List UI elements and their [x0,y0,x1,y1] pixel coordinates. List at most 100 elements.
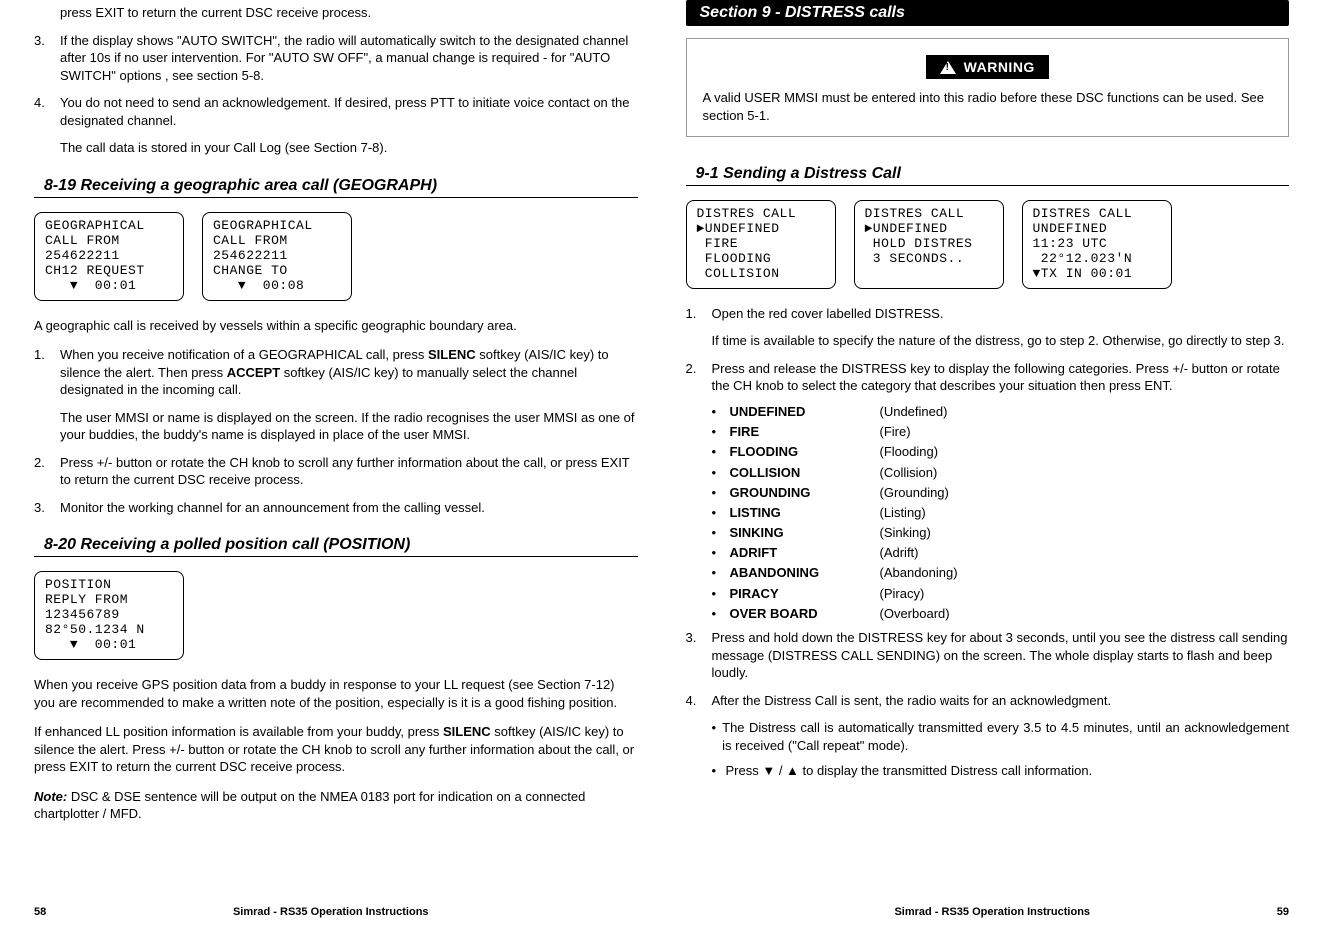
warning-badge: WARNING [926,55,1049,79]
warning-triangle-icon [940,61,956,74]
lcd-row-91: DISTRES CALL ►UNDEFINED FIRE FLOODING CO… [686,200,1290,289]
category-row: •FLOODING(Flooding) [712,443,1290,461]
bullet-dot: • [712,524,730,542]
list-item-3: 3. If the display shows "AUTO SWITCH", t… [34,32,638,85]
category-list: •UNDEFINED(Undefined)•FIRE(Fire)•FLOODIN… [686,401,1290,625]
list-number: 1. [686,305,712,323]
category-term: COLLISION [730,464,880,482]
footer-title: Simrad - RS35 Operation Instructions [736,906,1250,918]
list-item-2: 2. Press +/- button or rotate the CH kno… [34,454,638,489]
category-def: (Undefined) [880,403,1290,421]
category-row: •OVER BOARD(Overboard) [712,605,1290,623]
category-def: (Flooding) [880,443,1290,461]
sub-bullet: • The Distress call is automatically tra… [712,719,1290,754]
bold-accept: ACCEPT [227,365,280,380]
heading-8-20: 8-20 Receiving a polled position call (P… [34,534,638,557]
list-body: Press +/- button or rotate the CH knob t… [60,454,638,489]
category-term: GROUNDING [730,484,880,502]
list-number: 3. [686,629,712,682]
list-body: Press and release the DISTRESS key to di… [712,360,1290,395]
category-row: •LISTING(Listing) [712,504,1290,522]
note-paragraph: Note: DSC & DSE sentence will be output … [34,788,638,823]
page-footer: 58 Simrad - RS35 Operation Instructions [0,906,662,918]
list-number: 1. [34,346,60,399]
lcd-display: DISTRES CALL UNDEFINED 11:23 UTC 22°12.0… [1022,200,1172,289]
list-item-1: 1. When you receive notification of a GE… [34,346,638,399]
category-row: •GROUNDING(Grounding) [712,484,1290,502]
category-def: (Listing) [880,504,1290,522]
category-term: FLOODING [730,443,880,461]
bullet-dot: • [712,443,730,461]
bold-silenc: SILENC [443,724,491,739]
note-body: DSC & DSE sentence will be output on the… [34,789,585,822]
bullet-dot: • [712,585,730,603]
category-def: (Overboard) [880,605,1290,623]
list-item-4: 4. You do not need to send an acknowledg… [34,94,638,129]
section-9-banner: Section 9 - DISTRESS calls [686,0,1290,26]
list-subtext: The user MMSI or name is displayed on th… [60,409,638,444]
category-term: ADRIFT [730,544,880,562]
list-item-1: 1. Open the red cover labelled DISTRESS. [686,305,1290,323]
warning-label: WARNING [964,59,1035,75]
lcd-row-820: POSITION REPLY FROM 123456789 82°50.1234… [34,571,638,660]
page-number: 58 [34,906,74,918]
category-def: (Abandoning) [880,564,1290,582]
list-number: 4. [34,94,60,129]
category-def: (Fire) [880,423,1290,441]
category-row: •COLLISION(Collision) [712,464,1290,482]
note-label: Note: [34,789,67,804]
text-frag: When you receive notification of a GEOGR… [60,347,428,362]
sub-bullet: • Press ▼ / ▲ to display the transmitted… [712,762,1290,780]
category-term: LISTING [730,504,880,522]
page-59: Section 9 - DISTRESS calls WARNING A val… [662,0,1323,928]
bullet-dot: • [712,762,726,780]
lcd-display: DISTRES CALL ►UNDEFINED HOLD DISTRES 3 S… [854,200,1004,289]
bullet-text: Press ▼ / ▲ to display the transmitted D… [726,762,1093,780]
paragraph: If enhanced LL position information is a… [34,723,638,776]
category-def: (Sinking) [880,524,1290,542]
bullet-dot: • [712,605,730,623]
heading-9-1: 9-1 Sending a Distress Call [686,163,1290,186]
list-body: When you receive notification of a GEOGR… [60,346,638,399]
bullet-dot: • [712,719,723,754]
category-def: (Grounding) [880,484,1290,502]
category-term: ABANDONING [730,564,880,582]
bullet-dot: • [712,484,730,502]
list-body: You do not need to send an acknowledgeme… [60,94,638,129]
warning-body: A valid USER MMSI must be entered into t… [703,89,1273,124]
page-58: press EXIT to return the current DSC rec… [0,0,662,928]
category-row: •SINKING(Sinking) [712,524,1290,542]
lcd-display: GEOGRAPHICAL CALL FROM 254622211 CH12 RE… [34,212,184,301]
list-subtext: If time is available to specify the natu… [712,332,1290,350]
bold-silenc: SILENC [428,347,476,362]
lcd-display: DISTRES CALL ►UNDEFINED FIRE FLOODING CO… [686,200,836,289]
bullet-text: The Distress call is automatically trans… [722,719,1289,754]
continued-text: press EXIT to return the current DSC rec… [60,4,638,22]
category-row: •PIRACY(Piracy) [712,585,1290,603]
lcd-row-819: GEOGRAPHICAL CALL FROM 254622211 CH12 RE… [34,212,638,301]
list-subtext: The call data is stored in your Call Log… [60,139,638,157]
bullet-dot: • [712,464,730,482]
text-frag: If enhanced LL position information is a… [34,724,443,739]
list-number: 2. [34,454,60,489]
list-number: 3. [34,499,60,517]
footer-title: Simrad - RS35 Operation Instructions [74,906,588,918]
bullet-dot: • [712,504,730,522]
category-row: •FIRE(Fire) [712,423,1290,441]
list-item-2: 2. Press and release the DISTRESS key to… [686,360,1290,395]
category-term: FIRE [730,423,880,441]
list-item-3: 3. Press and hold down the DISTRESS key … [686,629,1290,682]
category-def: (Piracy) [880,585,1290,603]
page-number: 59 [1249,906,1289,918]
category-row: •UNDEFINED(Undefined) [712,403,1290,421]
list-body: Press and hold down the DISTRESS key for… [712,629,1290,682]
list-number: 2. [686,360,712,395]
lcd-display: GEOGRAPHICAL CALL FROM 254622211 CHANGE … [202,212,352,301]
category-def: (Collision) [880,464,1290,482]
list-number: 4. [686,692,712,710]
list-item-3b: 3. Monitor the working channel for an an… [34,499,638,517]
list-body: Open the red cover labelled DISTRESS. [712,305,1290,323]
heading-8-19: 8-19 Receiving a geographic area call (G… [34,175,638,198]
category-term: SINKING [730,524,880,542]
paragraph: When you receive GPS position data from … [34,676,638,711]
